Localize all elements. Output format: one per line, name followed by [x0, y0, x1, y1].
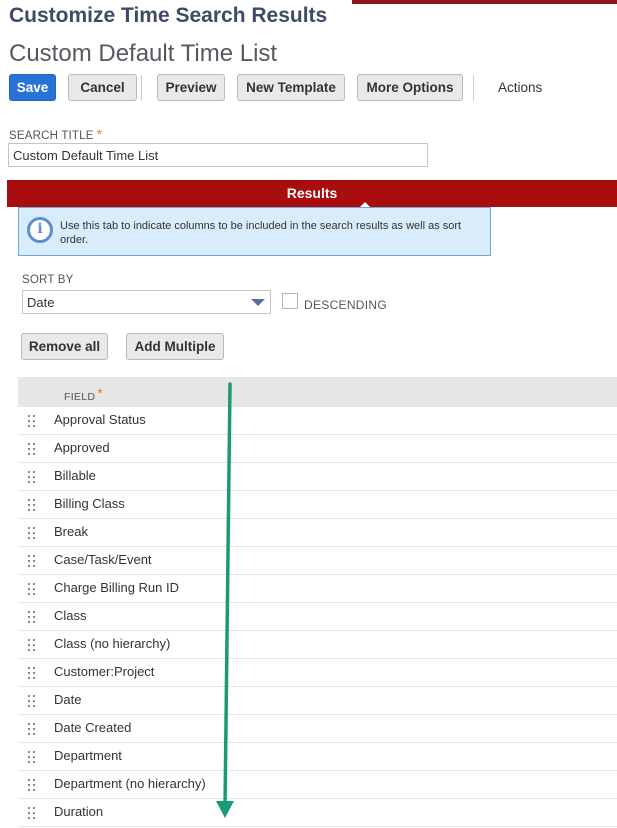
drag-handle-icon[interactable] [28, 499, 36, 511]
required-marker: * [97, 385, 104, 401]
cancel-button[interactable]: Cancel [68, 74, 137, 101]
table-row[interactable]: Department [18, 743, 617, 771]
drag-handle-icon[interactable] [28, 723, 36, 735]
drag-handle-icon[interactable] [28, 443, 36, 455]
actions-menu[interactable]: Actions [498, 74, 542, 101]
table-row[interactable]: Date [18, 687, 617, 715]
table-row[interactable]: Approved [18, 435, 617, 463]
scroll-direction-arrow [216, 382, 234, 818]
search-title-label: SEARCH TITLE * [9, 126, 103, 142]
add-multiple-button[interactable]: Add Multiple [126, 333, 224, 360]
drag-handle-icon[interactable] [28, 779, 36, 791]
table-row[interactable]: Class (no hierarchy) [18, 631, 617, 659]
field-name: Class [54, 608, 87, 623]
field-list: Approval Status Approved Billable Billing C… [18, 407, 617, 827]
preview-button[interactable]: Preview [157, 74, 225, 101]
tab-results[interactable]: Results [7, 185, 617, 201]
search-title-input[interactable] [8, 143, 428, 167]
info-icon [27, 217, 53, 243]
field-name: Date [54, 692, 82, 707]
drag-handle-icon[interactable] [28, 527, 36, 539]
field-name: Case/Task/Event [54, 552, 152, 567]
record-title: Custom Default Time List [9, 40, 278, 67]
sort-by-value: Date [27, 295, 55, 310]
field-header-label: FIELD [64, 391, 96, 403]
drag-handle-icon[interactable] [28, 471, 36, 483]
drag-handle-icon[interactable] [28, 583, 36, 595]
toolbar-separator [141, 75, 142, 101]
table-row[interactable]: Duration [18, 799, 617, 827]
field-name: Approval Status [54, 412, 146, 427]
table-row[interactable]: Class [18, 603, 617, 631]
top-accent-bar [352, 0, 617, 4]
drag-handle-icon[interactable] [28, 807, 36, 819]
field-name: Department (no hierarchy) [54, 776, 206, 791]
descending-label: DESCENDING [304, 298, 388, 312]
field-name: Approved [54, 440, 110, 455]
new-template-button[interactable]: New Template [237, 74, 345, 101]
drag-handle-icon[interactable] [28, 415, 36, 427]
more-options-button[interactable]: More Options [357, 74, 463, 101]
info-message: Use this tab to indicate columns to be i… [18, 207, 491, 256]
page-heading: Customize Time Search Results [9, 4, 328, 27]
sort-by-select[interactable]: Date [22, 290, 271, 314]
table-row[interactable]: Customer:Project [18, 659, 617, 687]
save-button[interactable]: Save [9, 74, 56, 101]
drag-handle-icon[interactable] [28, 611, 36, 623]
drag-handle-icon[interactable] [28, 695, 36, 707]
drag-handle-icon[interactable] [28, 639, 36, 651]
field-name: Date Created [54, 720, 132, 735]
required-marker: * [96, 126, 103, 142]
info-text: Use this tab to indicate columns to be i… [60, 220, 462, 246]
sort-by-label: SORT BY [22, 274, 74, 286]
descending-checkbox[interactable] [282, 293, 298, 309]
drag-handle-icon[interactable] [28, 667, 36, 679]
table-row[interactable]: Charge Billing Run ID [18, 575, 617, 603]
field-name: Customer:Project [54, 664, 155, 679]
toolbar-separator [473, 75, 474, 101]
table-row[interactable]: Department (no hierarchy) [18, 771, 617, 799]
field-name: Charge Billing Run ID [54, 580, 180, 595]
results-tab-bar: Results [7, 180, 617, 208]
table-row[interactable]: Date Created [18, 715, 617, 743]
field-name: Billing Class [54, 496, 125, 511]
remove-all-button[interactable]: Remove all [21, 333, 108, 360]
table-row[interactable]: Billable [18, 463, 617, 491]
drag-handle-icon[interactable] [28, 751, 36, 763]
chevron-down-icon[interactable] [251, 299, 265, 306]
field-name: Break [54, 524, 88, 539]
table-row[interactable]: Break [18, 519, 617, 547]
field-name: Department [54, 748, 122, 763]
drag-handle-icon[interactable] [28, 555, 36, 567]
table-row[interactable]: Case/Task/Event [18, 547, 617, 575]
field-name: Billable [54, 468, 96, 483]
field-name: Class (no hierarchy) [54, 636, 171, 651]
field-column-header: FIELD * [18, 377, 617, 407]
table-row[interactable]: Billing Class [18, 491, 617, 519]
field-name: Duration [54, 804, 104, 819]
table-row[interactable]: Approval Status [18, 407, 617, 435]
